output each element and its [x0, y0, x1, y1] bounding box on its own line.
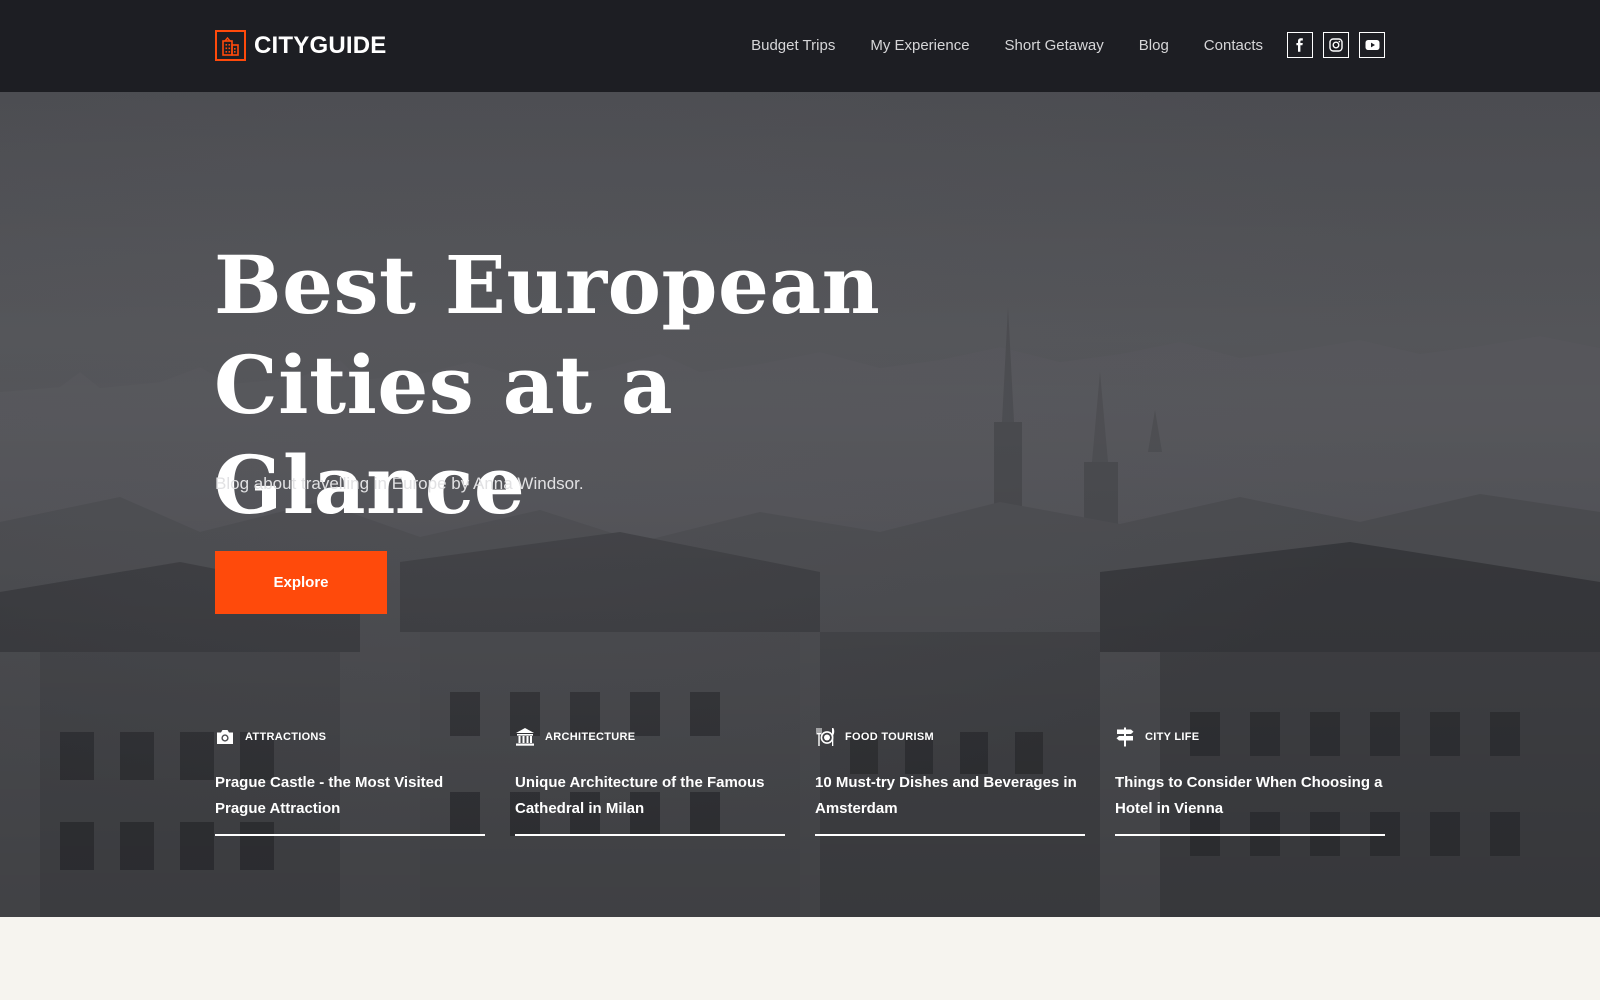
nav-item-my-experience[interactable]: My Experience	[870, 36, 969, 56]
hero-section: Best European Cities at a Glance Blog ab…	[0, 92, 1600, 917]
card-title[interactable]: 10 Must-try Dishes and Beverages in Amst…	[815, 770, 1085, 822]
card-category: ATTRACTIONS	[215, 726, 485, 748]
card-category: ARCHITECTURE	[515, 726, 785, 748]
instagram-icon	[1329, 38, 1343, 52]
youtube-button[interactable]	[1359, 32, 1385, 58]
hero-title-line-1: Best European	[214, 238, 881, 332]
facebook-icon	[1296, 38, 1303, 52]
nav-item-blog[interactable]: Blog	[1139, 36, 1169, 56]
card-category: FOOD TOURISM	[815, 726, 1085, 748]
card-category: CITY LIFE	[1115, 726, 1385, 748]
facebook-button[interactable]	[1287, 32, 1313, 58]
nav-item-contacts[interactable]: Contacts	[1204, 36, 1263, 56]
hero-title-line-2: Cities at a Glance	[214, 338, 674, 532]
card-category-label: ATTRACTIONS	[245, 731, 327, 743]
brand-name: CITYGUIDE	[254, 31, 387, 59]
dining-icon	[815, 727, 835, 747]
card-title[interactable]: Unique Architecture of the Famous Cathed…	[515, 770, 785, 822]
nav-item-short-getaway[interactable]: Short Getaway	[1005, 36, 1104, 56]
nav-item-budget-trips[interactable]: Budget Trips	[751, 36, 835, 56]
post-card-architecture[interactable]: ARCHITECTURE Unique Architecture of the …	[515, 726, 785, 836]
social-links	[1287, 32, 1395, 58]
post-card-attractions[interactable]: ATTRACTIONS Prague Castle - the Most Vis…	[215, 726, 485, 836]
card-category-label: ARCHITECTURE	[545, 731, 636, 743]
card-category-label: FOOD TOURISM	[845, 731, 934, 743]
camera-icon	[215, 727, 235, 747]
building-icon	[215, 30, 246, 61]
logo-link[interactable]: CITYGUIDE	[215, 30, 386, 61]
card-title[interactable]: Prague Castle - the Most Visited Prague …	[215, 770, 485, 822]
main-nav: Budget Trips My Experience Short Getaway…	[716, 36, 1263, 56]
featured-posts: ATTRACTIONS Prague Castle - the Most Vis…	[215, 726, 1385, 836]
instagram-button[interactable]	[1323, 32, 1349, 58]
card-title[interactable]: Things to Consider When Choosing a Hotel…	[1115, 770, 1385, 822]
post-card-city-life[interactable]: CITY LIFE Things to Consider When Choosi…	[1115, 726, 1385, 836]
museum-icon	[515, 727, 535, 747]
card-category-label: CITY LIFE	[1145, 731, 1200, 743]
youtube-icon	[1365, 40, 1379, 50]
hero-subtitle: Blog about travelling in Europe by Anna …	[215, 474, 584, 493]
explore-button[interactable]: Explore	[215, 551, 387, 614]
site-header: CITYGUIDE Budget Trips My Experience Sho…	[0, 0, 1600, 92]
signpost-icon	[1115, 727, 1135, 747]
post-card-food-tourism[interactable]: FOOD TOURISM 10 Must-try Dishes and Beve…	[815, 726, 1085, 836]
